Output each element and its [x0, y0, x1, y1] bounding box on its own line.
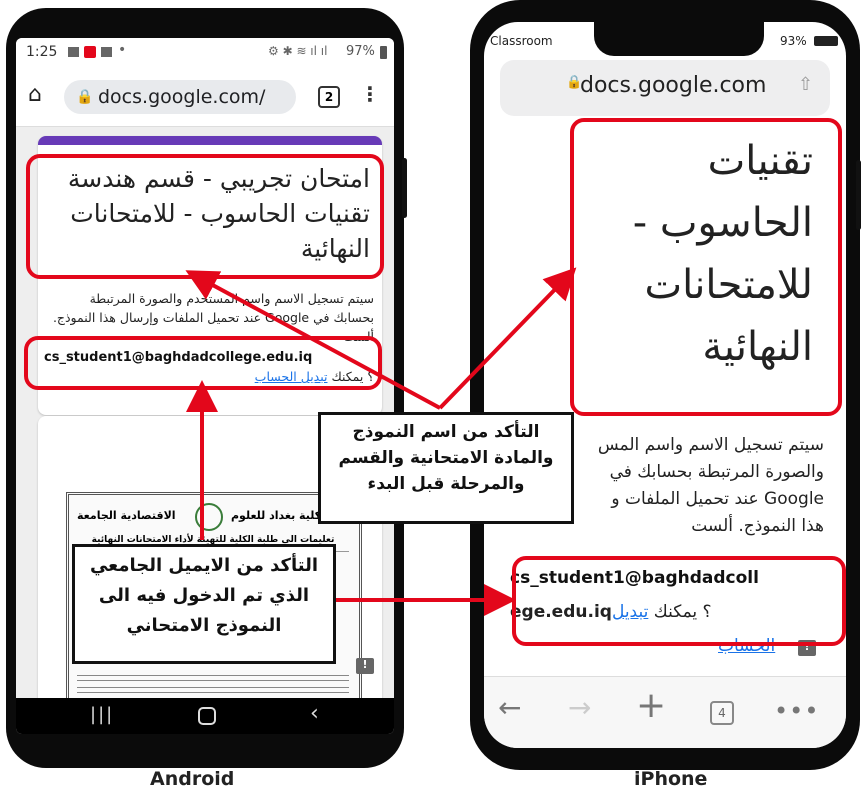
- android-caption: Android: [150, 768, 235, 790]
- arrow-to-android-title: [185, 270, 441, 410]
- annotation-arrows: [185, 267, 577, 616]
- arrow-to-iphone-title: [438, 267, 577, 410]
- iphone-caption: iPhone: [634, 768, 708, 790]
- email-check-callout: التأكد من الايميل الجامعي الذي تم الدخول…: [72, 544, 336, 664]
- title-check-callout: التأكد من اسم النموذج والمادة الامتحانية…: [318, 412, 574, 524]
